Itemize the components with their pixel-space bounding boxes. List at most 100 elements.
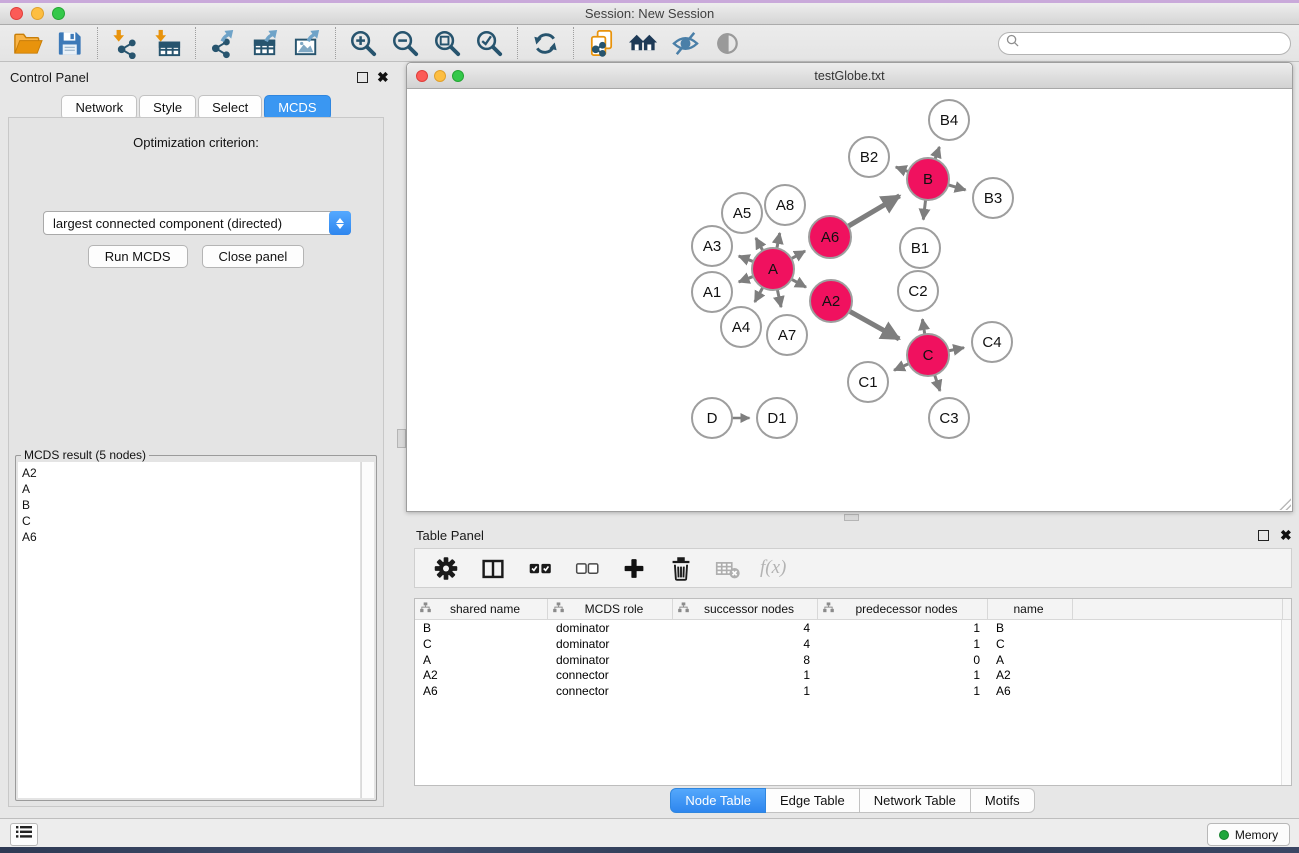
graph-node-A2[interactable]: A2: [810, 280, 852, 322]
graph-node-A4[interactable]: A4: [721, 307, 761, 347]
add-column-icon[interactable]: [619, 553, 649, 583]
graph-edge-A6-B[interactable]: [847, 196, 899, 227]
table-cell[interactable]: 8: [673, 652, 818, 668]
table-cell[interactable]: dominator: [548, 652, 673, 668]
graph-edge-B-B4[interactable]: [935, 147, 940, 160]
search-box[interactable]: [998, 32, 1291, 55]
table-cell[interactable]: A2: [988, 667, 1073, 683]
graph-node-A1[interactable]: A1: [692, 272, 732, 312]
tab-motifs[interactable]: Motifs: [971, 788, 1035, 813]
table-cell[interactable]: dominator: [548, 620, 673, 636]
graph-node-B[interactable]: B: [907, 158, 949, 200]
table-cell[interactable]: 1: [673, 667, 818, 683]
table-cell[interactable]: 1: [818, 667, 988, 683]
mcds-result-item[interactable]: A: [22, 481, 360, 497]
graph-node-C2[interactable]: C2: [898, 271, 938, 311]
hide-selected-icon[interactable]: [669, 27, 702, 59]
import-network-icon[interactable]: [109, 27, 142, 59]
save-session-icon[interactable]: [53, 27, 86, 59]
graph-node-C1[interactable]: C1: [848, 362, 888, 402]
close-panel-button[interactable]: Close panel: [202, 245, 305, 268]
graph-node-C[interactable]: C: [907, 334, 949, 376]
graph-node-A3[interactable]: A3: [692, 226, 732, 266]
graph-edge-A-A2[interactable]: [791, 279, 806, 288]
table-row[interactable]: A6connector11A6: [415, 683, 1291, 699]
open-session-icon[interactable]: [11, 27, 44, 59]
graph-edge-A-A1[interactable]: [739, 276, 755, 282]
table-cell[interactable]: A: [988, 652, 1073, 668]
cybrowser-home-icon[interactable]: [627, 27, 660, 59]
search-input[interactable]: [1023, 36, 1273, 50]
column-header-predecessor-nodes[interactable]: predecessor nodes: [818, 599, 988, 619]
graph-edge-A-A5[interactable]: [756, 238, 763, 251]
table-cell[interactable]: C: [988, 636, 1073, 652]
refresh-icon[interactable]: [529, 27, 562, 59]
tab-edge-table[interactable]: Edge Table: [766, 788, 860, 813]
table-cell[interactable]: 1: [673, 683, 818, 699]
table-cell[interactable]: C: [415, 636, 548, 652]
show-all-icon[interactable]: [711, 27, 744, 59]
table-cell[interactable]: 1: [818, 620, 988, 636]
delete-column-icon[interactable]: [666, 553, 696, 583]
graph-edge-B-B1[interactable]: [923, 199, 925, 220]
export-image-icon[interactable]: [291, 27, 324, 59]
table-row[interactable]: Cdominator41C: [415, 636, 1291, 652]
graph-node-A[interactable]: A: [752, 248, 794, 290]
table-cell[interactable]: connector: [548, 683, 673, 699]
table-cell[interactable]: 0: [818, 652, 988, 668]
table-row[interactable]: Adominator80A: [415, 652, 1291, 668]
mcds-result-item[interactable]: C: [22, 513, 360, 529]
table-cell[interactable]: 1: [818, 683, 988, 699]
criterion-dropdown[interactable]: largest connected component (directed): [43, 211, 351, 235]
graph-edge-C-C4[interactable]: [948, 348, 964, 351]
deselect-all-icon[interactable]: [572, 553, 602, 583]
settings-gear-icon[interactable]: [431, 553, 461, 583]
graph-node-B2[interactable]: B2: [849, 137, 889, 177]
graph-node-B4[interactable]: B4: [929, 100, 969, 140]
table-cell[interactable]: A2: [415, 667, 548, 683]
graph-node-A8[interactable]: A8: [765, 185, 805, 225]
table-row[interactable]: Bdominator41B: [415, 620, 1291, 636]
graph-edge-A-A6[interactable]: [790, 251, 805, 259]
table-cell[interactable]: dominator: [548, 636, 673, 652]
zoom-selected-icon[interactable]: [473, 27, 506, 59]
zoom-out-icon[interactable]: [389, 27, 422, 59]
close-panel-icon[interactable]: ✖: [377, 69, 389, 86]
graph-node-B1[interactable]: B1: [900, 228, 940, 268]
export-table-icon[interactable]: [249, 27, 282, 59]
graph-edge-A-A8[interactable]: [777, 233, 780, 249]
graph-node-C4[interactable]: C4: [972, 322, 1012, 362]
column-header-MCDS-role[interactable]: MCDS role: [548, 599, 673, 619]
window-resize-grip[interactable]: [1278, 497, 1291, 510]
float-table-panel-icon[interactable]: [1258, 530, 1269, 541]
mcds-result-item[interactable]: A6: [22, 529, 360, 545]
graph-node-C3[interactable]: C3: [929, 398, 969, 438]
tab-node-table[interactable]: Node Table: [670, 788, 766, 813]
graph-node-A6[interactable]: A6: [809, 216, 851, 258]
task-history-button[interactable]: [10, 823, 38, 846]
mcds-result-item[interactable]: B: [22, 497, 360, 513]
graph-node-D[interactable]: D: [692, 398, 732, 438]
export-network-icon[interactable]: [207, 27, 240, 59]
table-cell[interactable]: A: [415, 652, 548, 668]
vertical-split-handle[interactable]: [397, 429, 406, 448]
table-cell[interactable]: 4: [673, 620, 818, 636]
memory-button[interactable]: Memory: [1207, 823, 1290, 846]
float-panel-icon[interactable]: [357, 72, 368, 83]
tab-network-table[interactable]: Network Table: [860, 788, 971, 813]
table-cell[interactable]: B: [415, 620, 548, 636]
mcds-result-item[interactable]: A2: [22, 465, 360, 481]
graph-edge-C-C1[interactable]: [894, 363, 910, 370]
graph-edge-A-A3[interactable]: [739, 256, 755, 262]
graph-edge-A2-C[interactable]: [848, 311, 899, 339]
mcds-result-scrollbar[interactable]: [361, 462, 374, 798]
table-cell[interactable]: 4: [673, 636, 818, 652]
graph-edge-A-A7[interactable]: [777, 289, 781, 307]
graph-node-A5[interactable]: A5: [722, 193, 762, 233]
column-header-name[interactable]: name: [988, 599, 1073, 619]
table-cell[interactable]: A6: [988, 683, 1073, 699]
table-cell[interactable]: connector: [548, 667, 673, 683]
node-table-scrollbar[interactable]: [1281, 620, 1291, 785]
graph-edge-C-C2[interactable]: [922, 319, 924, 335]
graph-node-B3[interactable]: B3: [973, 178, 1013, 218]
